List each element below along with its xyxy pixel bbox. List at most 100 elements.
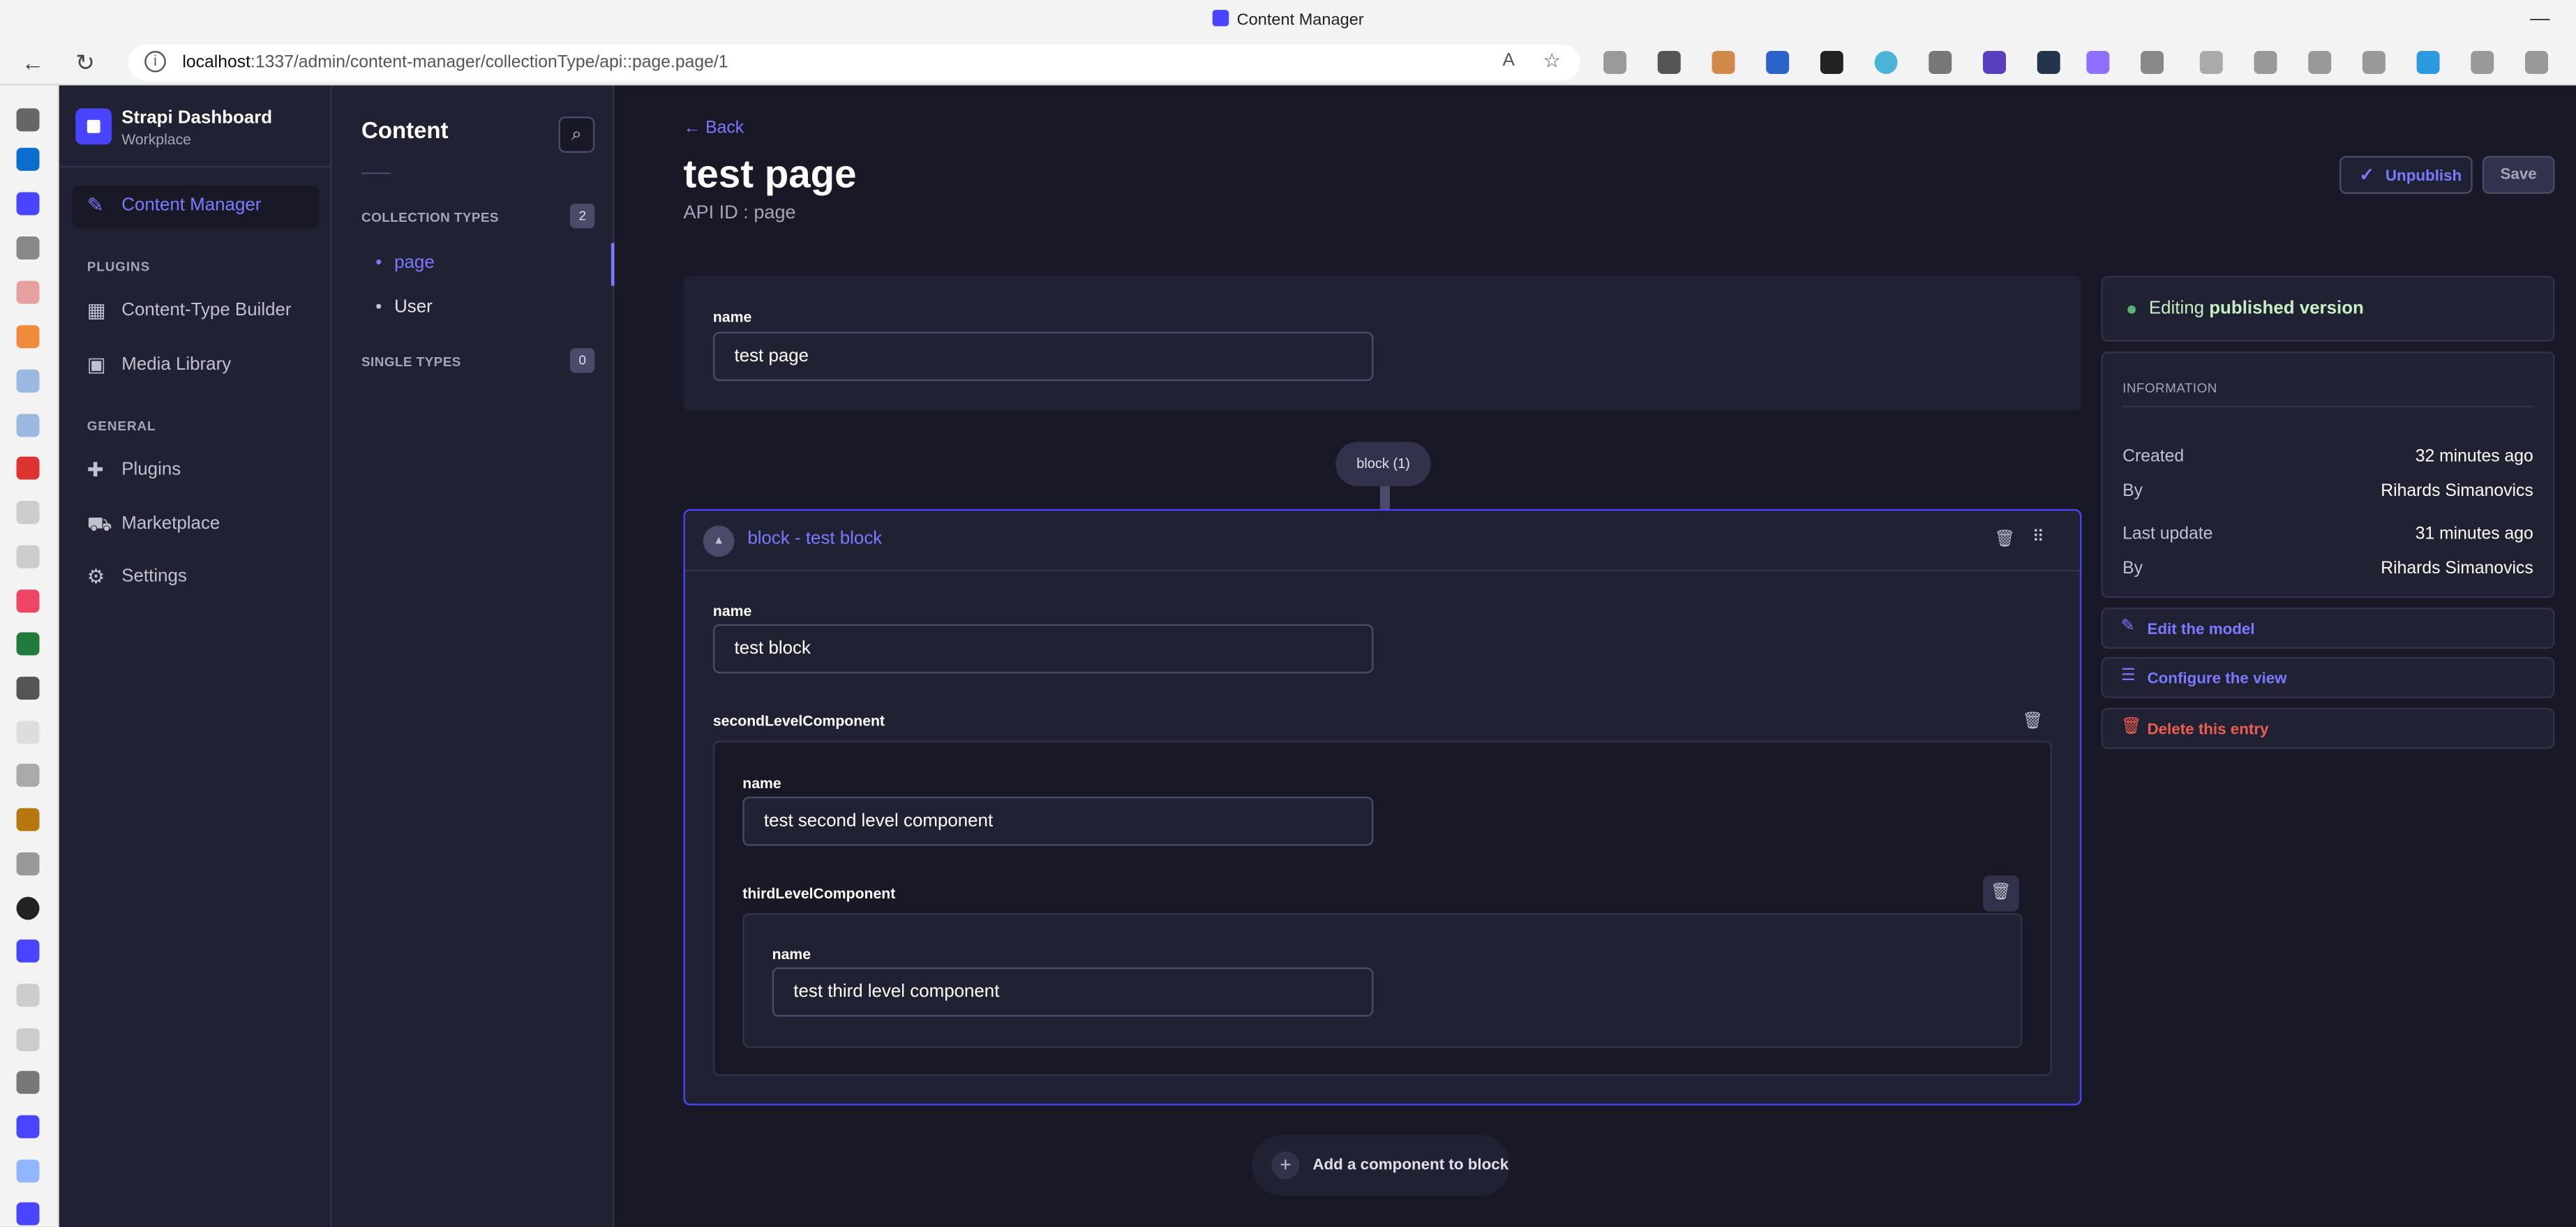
third-level-label: thirdLevelComponent [742,885,896,902]
extension-icon[interactable] [2525,50,2548,74]
tab-icon[interactable] [16,1202,40,1226]
extension-icon[interactable] [1983,50,2006,74]
download-icon[interactable] [2362,50,2386,74]
tab-icon[interactable] [16,589,40,613]
extension-icon[interactable] [2471,50,2494,74]
tab-icon[interactable] [16,763,40,787]
block-name-input[interactable]: test block [712,624,1374,674]
tab-icon[interactable] [16,192,40,216]
status-dot [2127,305,2136,314]
tab-icon[interactable] [16,939,40,963]
extension-icon[interactable] [1929,50,1952,74]
search-button[interactable]: ⌕ [558,116,595,153]
extension-icon[interactable] [1712,50,1735,74]
updated-by-value: Rihards Simanovics [2381,558,2533,578]
add-component-button[interactable]: + Add a component to block [1252,1135,1510,1196]
gear-icon: ⚙ [87,564,105,588]
tab-icon[interactable] [16,1115,40,1138]
extension-icon[interactable] [1820,50,1843,74]
tab-icon[interactable] [16,896,40,920]
tab-icon[interactable] [16,325,40,349]
tab-icon[interactable] [16,280,40,304]
trash-icon[interactable]: 🗑 [2023,713,2044,731]
collection-types-heading[interactable]: COLLECTION TYPES [361,210,499,225]
collapse-chevron-icon[interactable]: ▲ [703,525,735,557]
shopping-cart-icon: ⛟ [87,512,112,536]
third-name-input[interactable]: test third level component [772,967,1374,1017]
extension-icon[interactable] [1603,50,1627,74]
name-input[interactable]: test page [712,331,1374,382]
general-heading: GENERAL [87,419,156,434]
block-name-label: name [712,603,752,619]
tab-icon[interactable] [16,147,40,171]
tab-icon[interactable] [16,632,40,656]
tab-icon[interactable] [16,1159,40,1183]
back-arrow-icon[interactable]: ← [22,47,45,77]
tab-icon[interactable] [16,369,40,393]
tab-actions-icon[interactable] [16,108,40,132]
trash-icon[interactable]: 🗑 [1994,531,2015,549]
history-icon[interactable] [2308,50,2332,74]
block-count-pill: block (1) [1335,442,1431,486]
extension-icon[interactable] [2416,50,2440,74]
unpublish-button[interactable]: ✓ Unpublish [2339,156,2473,194]
site-info-icon[interactable]: i [144,50,166,73]
favorite-star-icon[interactable]: ☆ [1543,50,1561,73]
collections-icon[interactable] [2254,50,2277,74]
nav-content-manager[interactable]: ✎ Content Manager [72,186,319,229]
configure-view-button[interactable]: ☰ Configure the view [2101,656,2555,698]
nav-settings[interactable]: ⚙ Settings [73,557,319,599]
tab-icon[interactable] [16,721,40,744]
extension-icon[interactable] [1874,50,1898,74]
read-aloud-icon[interactable]: A [1503,51,1515,70]
tab-icon[interactable] [16,236,40,260]
tab-icon[interactable] [16,808,40,831]
nav-media-library[interactable]: ▣ Media Library [73,345,319,387]
tab-icon[interactable] [16,456,40,480]
brand-name: Strapi Dashboard [121,108,273,128]
favorites-icon[interactable] [2199,50,2223,74]
brand-workspace: Workplace [121,131,191,148]
drag-handle-icon[interactable]: ⠿ [2032,529,2044,547]
tab-icon[interactable] [16,501,40,525]
save-button[interactable]: Save [2482,156,2555,194]
plus-icon: + [1271,1151,1300,1180]
subnav-item-user[interactable]: User [332,287,615,327]
search-icon: ⌕ [571,124,582,145]
extension-icon[interactable] [2086,50,2110,74]
tab-icon[interactable] [16,545,40,569]
tab-icon[interactable] [16,1071,40,1094]
block-component: ▲ block - test block 🗑 ⠿ name test block… [683,509,2082,1106]
nav-content-type-builder[interactable]: ▦ Content-Type Builder [73,291,319,333]
content-subnav: Content ⌕ COLLECTION TYPES 2 page User S… [331,85,615,1227]
back-link[interactable]: ← Back [684,119,744,138]
tab-icon[interactable] [16,414,40,437]
puzzle-icon[interactable] [2141,50,2164,74]
tab-icon[interactable] [16,677,40,700]
tab-icon[interactable] [16,1027,40,1051]
extension-icon[interactable] [2037,50,2060,74]
subnav-item-page[interactable]: page [332,243,615,286]
single-types-heading[interactable]: SINGLE TYPES [361,355,461,370]
tab-icon[interactable] [16,984,40,1007]
divider [2122,405,2533,407]
delete-entry-button[interactable]: 🗑 Delete this entry [2101,707,2555,749]
edit-model-button[interactable]: ✎ Edit the model [2101,608,2555,649]
browser-vertical-tabs [0,85,59,1227]
second-name-input[interactable]: test second level component [742,796,1374,846]
refresh-icon[interactable]: ↻ [75,47,95,77]
nav-marketplace[interactable]: ⛟ Marketplace [73,504,319,547]
extension-icon[interactable] [1766,50,1790,74]
pencil-icon: ✎ [2120,617,2135,636]
address-bar[interactable]: i localhost:1337/admin/content-manager/c… [128,44,1581,81]
extension-icon[interactable] [1657,50,1681,74]
divider [361,172,391,174]
url-text[interactable]: localhost:1337/admin/content-manager/col… [182,52,728,72]
nav-plugins[interactable]: ✚ Plugins [73,450,319,492]
trash-icon[interactable]: 🗑 [1983,875,2019,912]
minimize-button[interactable]: — [2530,6,2549,29]
connector [1379,485,1390,509]
tab-icon[interactable] [16,852,40,876]
block-header[interactable]: ▲ block - test block 🗑 ⠿ [684,511,2080,572]
page-title: test page [683,152,857,197]
